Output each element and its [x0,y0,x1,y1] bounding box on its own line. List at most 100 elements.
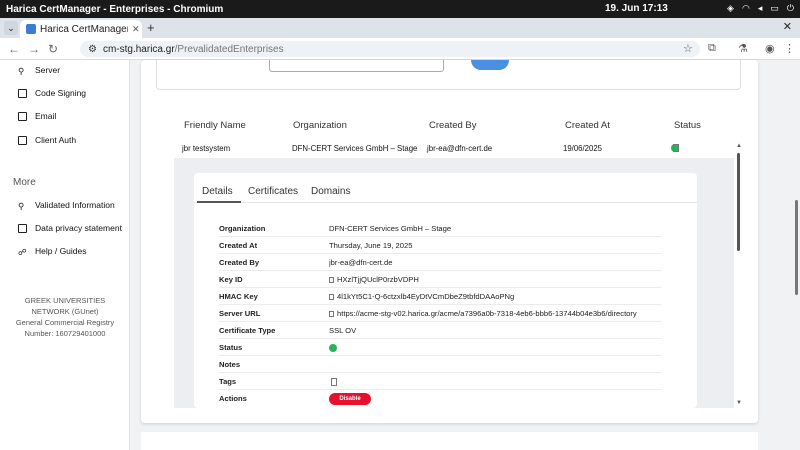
footer-line: NETWORK (GUnet) [31,307,99,316]
copy-icon[interactable] [329,294,334,300]
bottom-card [141,432,758,450]
detail-value: https://acme-stg-v02.harica.gr/acme/a739… [329,309,637,318]
detail-key: Organization [219,224,266,233]
window-title: Harica CertManager - Enterprises - Chrom… [6,3,224,15]
validated-info-icon: ⚲ [18,200,25,211]
address-row: ← → ↻ ⚙ cm-stg.harica.gr/PrevalidatedEnt… [0,38,800,60]
back-icon[interactable]: ← [8,42,20,56]
detail-row-server-url: Server URL https://acme-stg-v02.harica.g… [219,305,661,322]
flask-icon[interactable]: ⚗ [738,42,748,55]
sidebar: ⚲ Server Code Signing Email Client Auth … [0,60,130,450]
detail-row-hmac-key: HMAC Key 4l1kYt5C1-Q-6ctzxlb4EyDtVCmDbeZ… [219,288,661,305]
expanded-row-panel: Details Certificates Domains Organizatio… [174,158,734,408]
column-header[interactable]: Friendly Name [184,120,246,131]
sidebar-item-help[interactable]: ☍ Help / Guides [18,243,87,259]
detail-key: Created By [219,258,260,267]
tab-close-icon[interactable]: ✕ [132,24,140,35]
column-header[interactable]: Status [674,120,701,131]
copy-icon[interactable] [329,311,334,317]
sidebar-footer: GREEK UNIVERSITIES NETWORK (GUnet) Gener… [0,295,130,339]
battery-icon[interactable]: ▭ [770,3,779,14]
detail-row-certificate-type: Certificate Type SSL OV [219,322,661,339]
tab-title: Harica CertManager - E [40,23,128,35]
sidebar-item-label: Help / Guides [35,246,87,256]
network-icon[interactable]: ◈ [727,3,734,14]
footer-line: Number: 160729401000 [24,329,106,338]
tab-strip: ⌄ Harica CertManager - E ✕ + ✕ [0,18,800,38]
details-card: Details Certificates Domains Organizatio… [194,173,697,408]
document-icon[interactable] [673,144,679,152]
sidebar-item-email[interactable]: Email [18,108,56,124]
detail-value: HXzlTjjQUclP0rzbVDPH [329,275,419,284]
detail-key: Server URL [219,309,261,318]
detail-key: Certificate Type [219,326,276,335]
tab-certificates[interactable]: Certificates [248,186,298,197]
detail-key: Created At [219,241,258,250]
sidebar-item-validated-information[interactable]: ⚲ Validated Information [18,197,115,213]
sidebar-item-code-signing[interactable]: Code Signing [18,85,86,101]
detail-value: DFN-CERT Services GmbH – Stage [329,224,452,233]
reload-icon[interactable]: ↻ [48,42,58,56]
extensions-icon[interactable]: ⧉ [708,42,716,55]
detail-key: Notes [219,360,241,369]
column-header[interactable]: Created At [565,120,610,131]
search-button[interactable] [471,60,509,70]
column-header[interactable]: Organization [293,120,347,131]
sidebar-item-label: Email [35,111,57,121]
cell-organization: DFN-CERT Services GmbH – Stage [292,144,418,153]
copy-icon[interactable] [329,277,334,283]
server-url-text: https://acme-stg-v02.harica.gr/acme/a739… [337,309,637,318]
tab-search-icon[interactable]: ⌄ [4,21,18,35]
detail-key: Tags [219,377,237,386]
wifi-icon[interactable]: ◠ [742,3,750,14]
detail-row-actions: Actions Disable [219,390,661,407]
tag-edit-icon[interactable] [331,378,337,386]
tab-details[interactable]: Details [202,186,233,197]
sidebar-item-label: Validated Information [35,200,115,210]
tab-domains[interactable]: Domains [311,186,350,197]
bookmark-star-icon[interactable]: ☆ [683,42,693,55]
disable-button[interactable]: Disable [329,393,371,405]
sidebar-item-client-auth[interactable]: Client Auth [18,132,76,148]
detail-row-tags: Tags [219,373,661,390]
data-privacy-icon [18,223,27,233]
scroll-up-arrow-icon[interactable]: ▲ [736,143,742,149]
browser-tab[interactable]: Harica CertManager - E ✕ [20,20,142,38]
detail-row-created-at: Created At Thursday, June 19, 2025 [219,237,661,254]
table-header: Friendly Name Organization Created By Cr… [141,120,758,140]
detail-value: jbr-ea@dfn-cert.de [329,258,393,267]
detail-row-notes: Notes [219,356,661,373]
scroll-down-arrow-icon[interactable]: ▼ [736,400,742,406]
power-icon[interactable]: ⏻ [787,3,794,14]
sidebar-item-data-privacy[interactable]: Data privacy statement [18,220,122,236]
detail-key: Key ID [219,275,243,284]
cell-created-at: 19/06/2025 [563,144,603,153]
footer-line: GREEK UNIVERSITIES [24,296,106,305]
detail-key: HMAC Key [219,292,258,301]
os-clock: 19. Jun 17:13 [605,3,668,14]
page-scrollbar-thumb[interactable] [795,200,798,295]
favicon-icon [26,24,36,34]
detail-key: Actions [219,394,247,403]
sidebar-item-server[interactable]: ⚲ Server [18,62,60,78]
hmac-key-text: 4l1kYt5C1-Q-6ctzxlb4EyDtVCmDbeZ9tbfdDAAo… [337,292,515,301]
active-tab-indicator [197,201,241,203]
url-host: cm-stg.harica.gr [102,43,175,55]
url-bar[interactable]: ⚙ cm-stg.harica.gr/PrevalidatedEnterpris… [80,41,700,57]
column-header[interactable]: Created By [429,120,477,131]
enterprises-card: Friendly Name Organization Created By Cr… [141,60,758,423]
inner-scrollbar-thumb[interactable] [737,153,740,251]
menu-icon[interactable]: ⋮ [784,42,795,55]
site-info-icon[interactable]: ⚙ [88,44,97,55]
new-tab-button[interactable]: + [147,20,155,35]
table-row[interactable]: jbr testsystem DFN-CERT Services GmbH – … [141,144,758,158]
key-id-text: HXzlTjjQUclP0rzbVDPH [337,275,419,284]
volume-icon[interactable]: ◂ [758,3,763,14]
profile-icon[interactable]: ◉ [765,42,775,55]
forward-icon[interactable]: → [28,42,40,56]
sidebar-item-label: Server [35,65,61,75]
detail-row-status: Status [219,339,661,356]
footer-line: General Commercial Registry [15,318,115,327]
window-close-icon[interactable]: ✕ [783,20,792,33]
search-input[interactable] [269,60,444,72]
